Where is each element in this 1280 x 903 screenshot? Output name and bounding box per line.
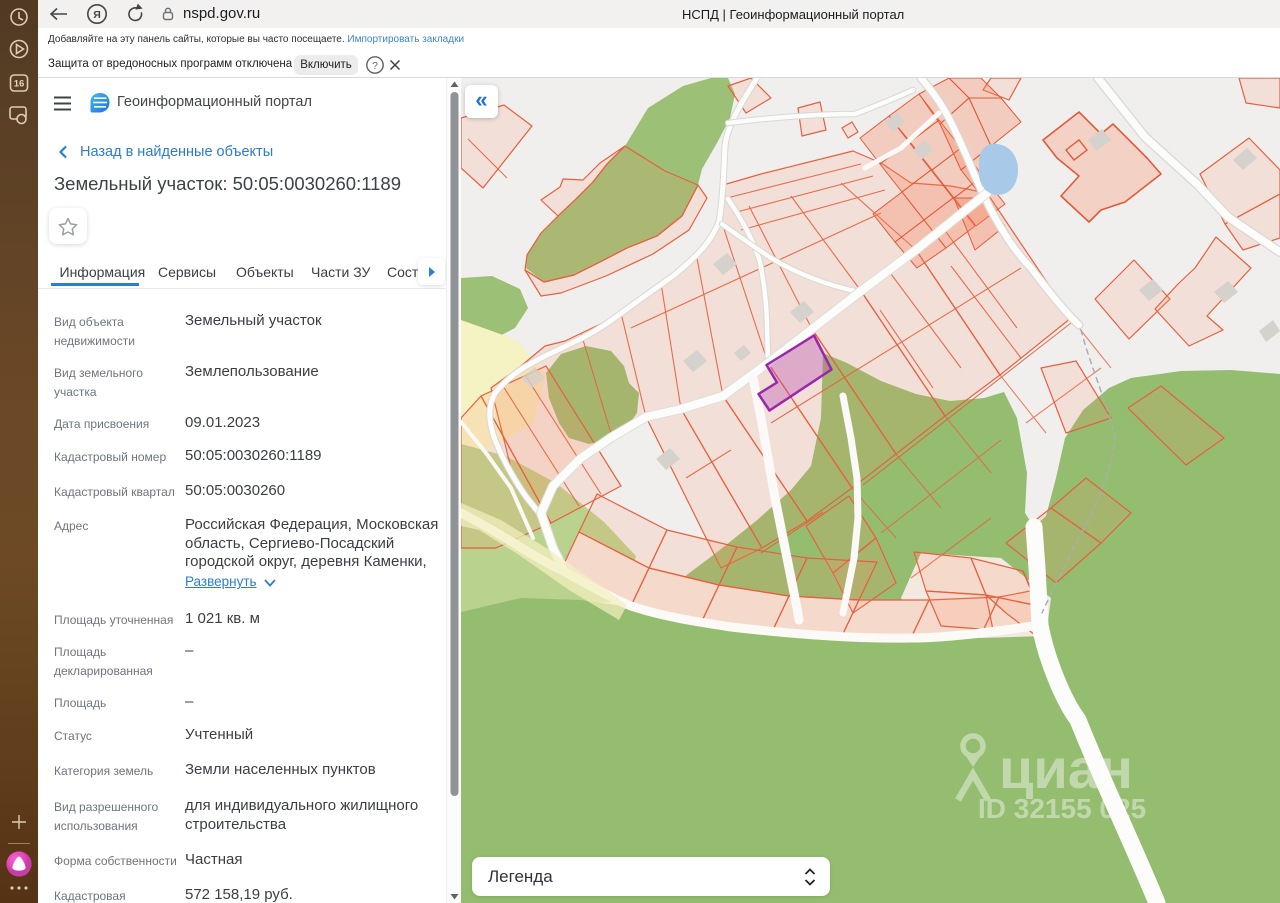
svg-text:?: ? [372, 60, 378, 72]
svg-text:Я: Я [93, 9, 101, 21]
svg-text:16: 16 [14, 79, 25, 90]
svg-text:циан: циан [999, 737, 1133, 800]
svg-text:ID 32155 025: ID 32155 025 [978, 793, 1146, 824]
